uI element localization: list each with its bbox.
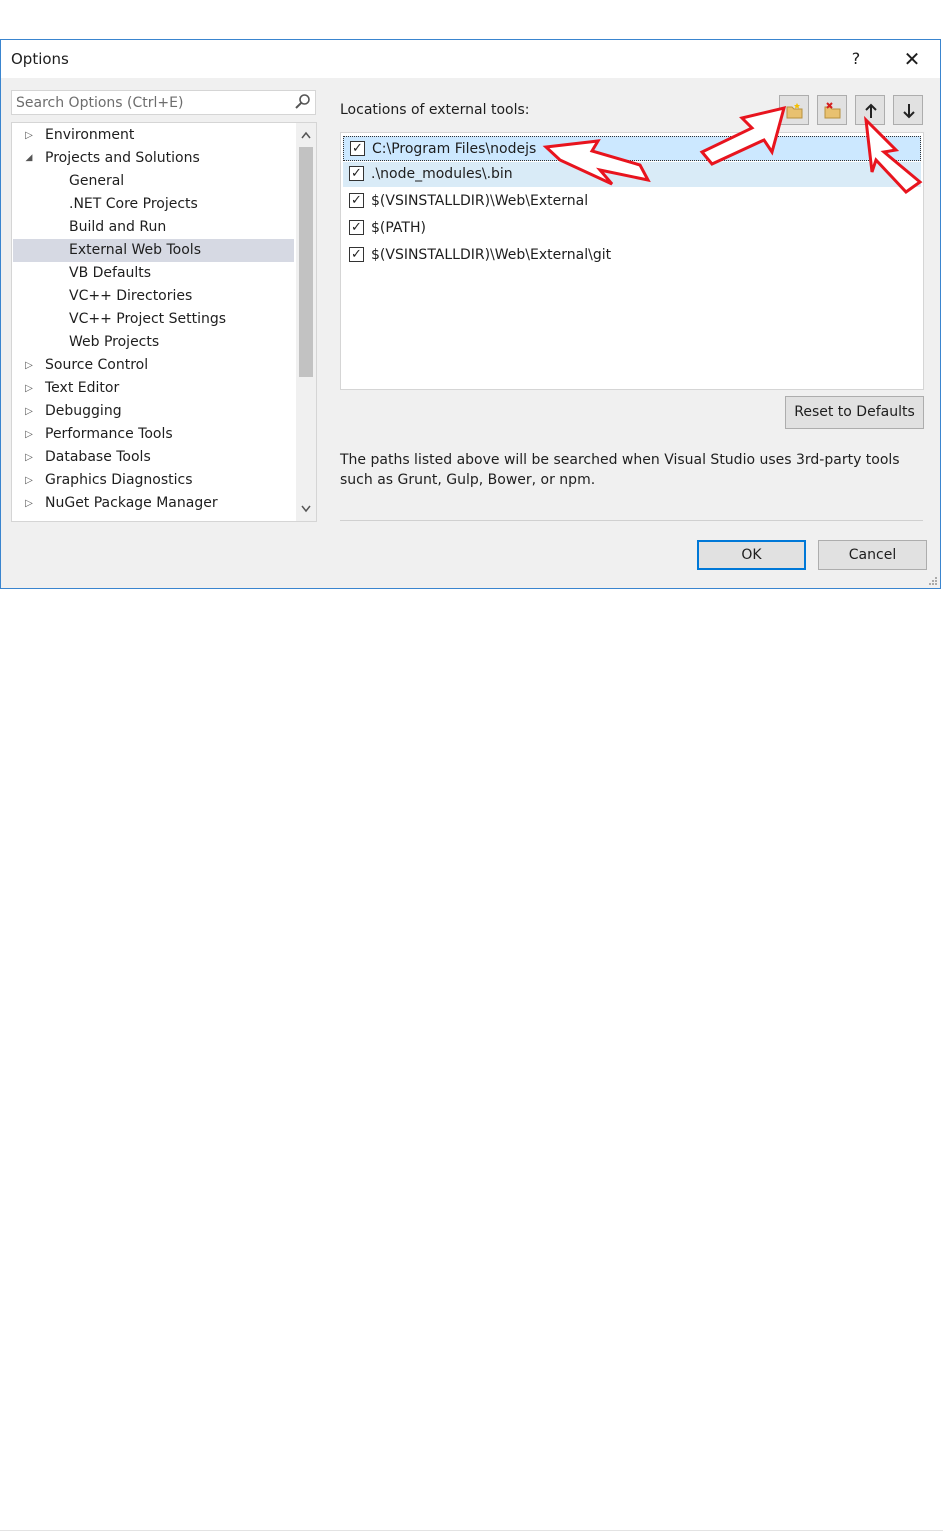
tree-item-label: Build and Run [69,219,167,235]
tree-item-label: General [69,173,125,189]
location-path: .\node_modules\.bin [371,166,513,182]
divider [340,520,923,521]
tree-item-environment[interactable]: ▷ Environment [13,124,294,147]
collapse-icon[interactable]: ◢ [23,147,35,170]
arrow-up-icon [865,103,877,118]
tree-item-label: Graphics Diagnostics [45,472,193,488]
tree-item-label: Projects and Solutions [45,150,200,166]
tree-item-vc-project-settings[interactable]: VC++ Project Settings [13,308,294,331]
tree-item-net-core-projects[interactable]: .NET Core Projects [13,193,294,216]
location-checkbox[interactable]: ✓ [349,220,364,235]
tree-item-database-tools[interactable]: ▷ Database Tools [13,446,294,469]
tree-scrollbar[interactable] [296,123,316,521]
page-bottom-border [0,1530,943,1531]
tree-item-text-editor[interactable]: ▷ Text Editor [13,377,294,400]
expand-icon[interactable]: ▷ [23,354,35,377]
ok-button[interactable]: OK [697,540,806,570]
location-checkbox[interactable]: ✓ [349,247,364,262]
tree-item-label: Source Control [45,357,149,373]
expand-icon[interactable]: ▷ [23,423,35,446]
location-checkbox[interactable]: ✓ [349,193,364,208]
delete-folder-icon [824,102,841,119]
scrollbar-thumb[interactable] [299,147,313,377]
tree-item-nuget-package-manager[interactable]: ▷ NuGet Package Manager [13,492,294,515]
tree-item-general[interactable]: General [13,170,294,193]
resize-grip-icon[interactable] [928,576,938,586]
scroll-down-icon[interactable] [296,499,316,519]
tree-item-label: .NET Core Projects [69,196,198,212]
expand-icon[interactable]: ▷ [23,400,35,423]
location-path: C:\Program Files\nodejs [372,141,537,157]
expand-icon[interactable]: ▷ [23,377,35,400]
location-checkbox[interactable]: ✓ [349,166,364,181]
tree-item-label: Database Tools [45,449,151,465]
move-up-button[interactable] [855,95,885,125]
tree-item-label: External Web Tools [69,242,201,258]
tree-item-performance-tools[interactable]: ▷ Performance Tools [13,423,294,446]
location-path: $(VSINSTALLDIR)\Web\External\git [371,247,612,263]
tree-item-label: VC++ Directories [69,288,193,304]
location-row[interactable]: ✓ $(PATH) [343,216,921,241]
expand-icon[interactable]: ▷ [23,469,35,492]
search-input[interactable] [16,93,286,112]
reset-to-defaults-button[interactable]: Reset to Defaults [785,396,924,429]
tree-item-source-control[interactable]: ▷ Source Control [13,354,294,377]
location-row[interactable]: ✓ $(VSINSTALLDIR)\Web\External\git [343,243,921,268]
scroll-up-icon[interactable] [296,125,316,145]
locations-list: ✓ C:\Program Files\nodejs ✓ .\node_modul… [340,132,924,390]
location-row[interactable]: ✓ $(VSINSTALLDIR)\Web\External [343,189,921,214]
tree-item-debugging[interactable]: ▷ Debugging [13,400,294,423]
tree-item-label: Web Projects [69,334,160,350]
remove-location-button[interactable] [817,95,847,125]
search-icon[interactable] [293,92,313,112]
tree-item-external-web-tools[interactable]: External Web Tools [13,239,294,262]
tree-item-label: VB Defaults [69,265,152,281]
location-row[interactable]: ✓ .\node_modules\.bin [343,162,921,187]
description-text: The paths listed above will be searched … [340,452,900,488]
new-folder-icon [786,103,803,119]
expand-icon[interactable]: ▷ [23,446,35,469]
tree-item-label: Text Editor [45,380,120,396]
options-dialog: Options ? ✕ ▷ Environment ◢ Projects and… [0,39,941,589]
tree-item-graphics-diagnostics[interactable]: ▷ Graphics Diagnostics [13,469,294,492]
tree-item-label: NuGet Package Manager [45,495,218,511]
expand-icon[interactable]: ▷ [23,124,35,147]
move-down-button[interactable] [893,95,923,125]
arrow-down-icon [903,104,915,119]
locations-label: Locations of external tools: [340,102,530,118]
location-checkbox[interactable]: ✓ [350,141,365,156]
close-button[interactable]: ✕ [897,44,927,74]
tree-item-web-projects[interactable]: Web Projects [13,331,294,354]
tree-item-label: Performance Tools [45,426,173,442]
location-row[interactable]: ✓ C:\Program Files\nodejs [343,136,921,161]
options-tree: ▷ Environment ◢ Projects and Solutions G… [11,122,317,522]
title-bar: Options ? ✕ [1,40,940,78]
add-location-button[interactable] [779,95,809,125]
search-box[interactable] [11,90,316,115]
tree-item-vb-defaults[interactable]: VB Defaults [13,262,294,285]
tree-item-label: VC++ Project Settings [69,311,227,327]
location-path: $(PATH) [371,220,426,236]
tree-item-vc-directories[interactable]: VC++ Directories [13,285,294,308]
cancel-button[interactable]: Cancel [818,540,927,570]
expand-icon[interactable]: ▷ [23,492,35,515]
tree-item-label: Environment [45,127,135,143]
location-path: $(VSINSTALLDIR)\Web\External [371,193,589,209]
help-button[interactable]: ? [841,44,871,74]
tree-item-projects-and-solutions[interactable]: ◢ Projects and Solutions [13,147,294,170]
tree-item-label: Debugging [45,403,122,419]
tree-item-build-and-run[interactable]: Build and Run [13,216,294,239]
dialog-title: Options [11,50,69,68]
